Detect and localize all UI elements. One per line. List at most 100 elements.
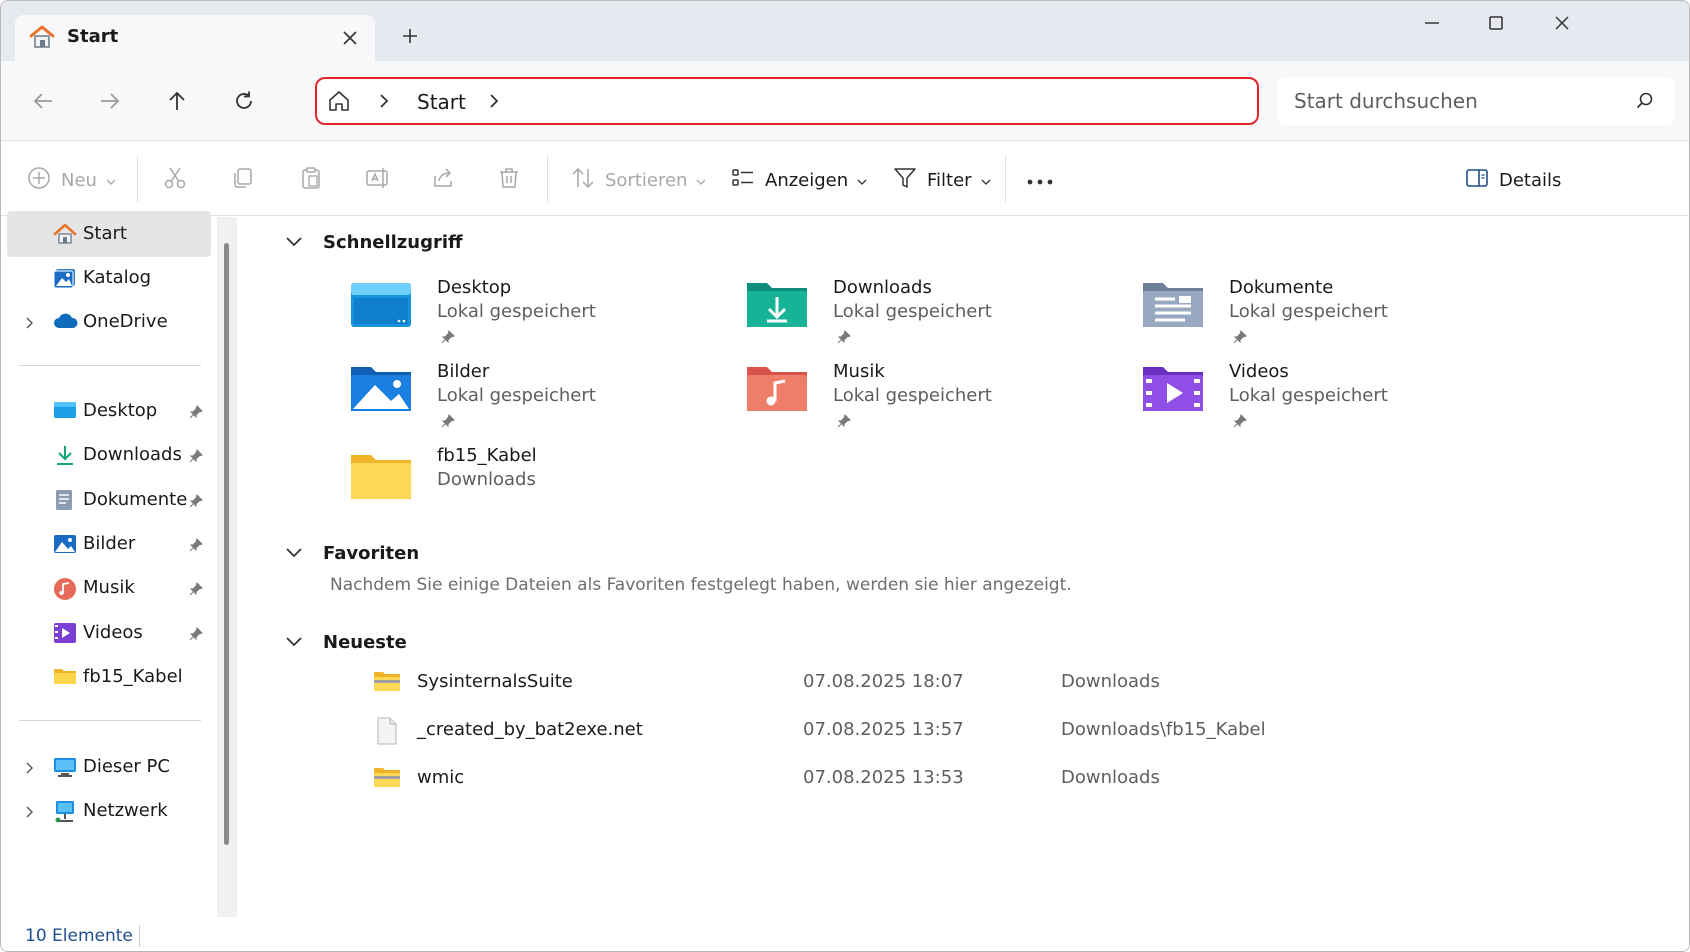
new-button[interactable]: Neu bbox=[27, 163, 116, 197]
sidebar-item-label: Dieser PC bbox=[83, 756, 170, 777]
pin-icon[interactable] bbox=[1233, 413, 1247, 432]
sidebar-item-katalog[interactable]: Katalog bbox=[7, 255, 211, 301]
sidebar-item-musik[interactable]: Musik bbox=[7, 565, 211, 611]
search-box[interactable]: Start durchsuchen bbox=[1277, 77, 1675, 125]
sidebar-item-netzwerk[interactable]: Netzwerk bbox=[7, 788, 211, 834]
title-bar: Start bbox=[1, 1, 1689, 61]
minimize-button[interactable] bbox=[1407, 7, 1457, 39]
copy-button[interactable] bbox=[231, 163, 255, 197]
recent-date: 07.08.2025 13:57 bbox=[803, 719, 964, 740]
chevron-right-icon[interactable] bbox=[487, 92, 501, 114]
divider bbox=[547, 156, 548, 202]
back-button[interactable] bbox=[23, 81, 63, 121]
pin-icon[interactable] bbox=[189, 581, 203, 600]
sidebar-item-fb15-kabel[interactable]: fb15_Kabel bbox=[7, 654, 211, 700]
copy-icon bbox=[231, 166, 255, 195]
chevron-right-icon[interactable] bbox=[377, 92, 391, 114]
close-window-button[interactable] bbox=[1537, 7, 1587, 39]
gallery-icon bbox=[53, 267, 77, 293]
sidebar-item-videos[interactable]: Videos bbox=[7, 610, 211, 656]
home-icon[interactable] bbox=[327, 89, 351, 117]
quick-access-fb15-kabel[interactable]: fb15_Kabel Downloads bbox=[349, 445, 709, 529]
breadcrumb-start[interactable]: Start bbox=[417, 90, 466, 114]
filter-label: Filter bbox=[927, 169, 972, 191]
chevron-right-icon[interactable] bbox=[25, 315, 35, 334]
quick-access-desktop[interactable]: Desktop Lokal gespeichert bbox=[349, 277, 709, 361]
details-button[interactable]: Details bbox=[1465, 163, 1561, 197]
sidebar-scrollbar[interactable] bbox=[217, 217, 237, 917]
item-count: 10 Elemente bbox=[25, 926, 133, 946]
address-bar[interactable]: Start bbox=[315, 77, 1259, 125]
up-button[interactable] bbox=[157, 81, 197, 121]
section-recent[interactable]: Neueste bbox=[285, 627, 407, 657]
view-button[interactable]: Anzeigen bbox=[731, 163, 867, 197]
sidebar-item-bilder[interactable]: Bilder bbox=[7, 521, 211, 567]
filter-button[interactable]: Filter bbox=[893, 163, 991, 197]
rename-button[interactable] bbox=[365, 163, 391, 197]
more-icon bbox=[1027, 170, 1053, 191]
recent-location: Downloads bbox=[1061, 671, 1160, 692]
cut-button[interactable] bbox=[163, 163, 187, 197]
pin-icon[interactable] bbox=[189, 626, 203, 645]
more-options-button[interactable] bbox=[1027, 163, 1053, 197]
recent-row[interactable]: SysinternalsSuite 07.08.2025 18:07 Downl… bbox=[373, 657, 1673, 707]
pin-icon[interactable] bbox=[189, 493, 203, 512]
sidebar-item-onedrive[interactable]: OneDrive bbox=[7, 299, 211, 345]
tile-name: Bilder bbox=[437, 361, 490, 382]
tab-label: Start bbox=[67, 26, 119, 47]
sidebar-item-desktop[interactable]: Desktop bbox=[7, 388, 211, 434]
sidebar-item-label: Netzwerk bbox=[83, 800, 168, 821]
quick-access-downloads[interactable]: Downloads Lokal gespeichert bbox=[745, 277, 1105, 361]
pin-icon[interactable] bbox=[837, 413, 851, 432]
pin-icon[interactable] bbox=[189, 448, 203, 467]
maximize-button[interactable] bbox=[1471, 7, 1521, 39]
scrollbar-thumb[interactable] bbox=[224, 243, 229, 845]
recent-row[interactable]: wmic 07.08.2025 13:53 Downloads bbox=[373, 753, 1673, 803]
tab-start[interactable]: Start bbox=[15, 15, 375, 61]
pin-icon[interactable] bbox=[837, 329, 851, 348]
favorites-empty-message: Nachdem Sie einige Dateien als Favoriten… bbox=[330, 575, 1072, 595]
search-icon[interactable] bbox=[1635, 91, 1655, 115]
recent-row[interactable]: _created_by_bat2exe.net 07.08.2025 13:57… bbox=[373, 705, 1673, 755]
search-placeholder[interactable]: Start durchsuchen bbox=[1294, 89, 1478, 113]
new-tab-button[interactable] bbox=[395, 21, 425, 51]
pin-icon[interactable] bbox=[441, 329, 455, 348]
forward-button[interactable] bbox=[90, 81, 130, 121]
sort-button[interactable]: Sortieren bbox=[571, 163, 706, 197]
chevron-down-icon bbox=[106, 170, 116, 191]
quick-access-bilder[interactable]: Bilder Lokal gespeichert bbox=[349, 361, 709, 445]
chevron-down-icon[interactable] bbox=[285, 233, 303, 252]
status-bar: 10 Elemente bbox=[1, 917, 1689, 951]
chevron-down-icon[interactable] bbox=[285, 544, 303, 563]
rename-icon bbox=[365, 166, 391, 195]
pin-icon[interactable] bbox=[189, 537, 203, 556]
sidebar-item-dieser-pc[interactable]: Dieser PC bbox=[7, 744, 211, 790]
sidebar-item-start[interactable]: Start bbox=[7, 211, 211, 257]
close-tab-icon[interactable] bbox=[337, 25, 363, 51]
sidebar-item-label: OneDrive bbox=[83, 311, 168, 332]
pin-icon[interactable] bbox=[441, 413, 455, 432]
refresh-button[interactable] bbox=[224, 81, 264, 121]
chevron-down-icon bbox=[857, 170, 867, 191]
quick-access-musik[interactable]: Musik Lokal gespeichert bbox=[745, 361, 1105, 445]
chevron-right-icon[interactable] bbox=[25, 804, 35, 823]
chevron-down-icon[interactable] bbox=[285, 633, 303, 652]
pin-icon[interactable] bbox=[189, 404, 203, 423]
sidebar-item-label: Musik bbox=[83, 577, 135, 598]
quick-access-videos[interactable]: Videos Lokal gespeichert bbox=[1141, 361, 1501, 445]
downloads-folder-icon bbox=[745, 279, 809, 335]
tile-name: fb15_Kabel bbox=[437, 445, 537, 466]
new-label: Neu bbox=[61, 169, 97, 191]
recent-date: 07.08.2025 13:53 bbox=[803, 767, 964, 788]
quick-access-dokumente[interactable]: Dokumente Lokal gespeichert bbox=[1141, 277, 1501, 361]
sidebar-item-downloads[interactable]: Downloads bbox=[7, 432, 211, 478]
paste-button[interactable] bbox=[299, 163, 323, 197]
chevron-right-icon[interactable] bbox=[25, 760, 35, 779]
sidebar-item-label: Desktop bbox=[83, 400, 158, 421]
section-favorites[interactable]: Favoriten bbox=[285, 538, 419, 568]
share-button[interactable] bbox=[431, 163, 455, 197]
pin-icon[interactable] bbox=[1233, 329, 1247, 348]
delete-button[interactable] bbox=[497, 163, 521, 197]
section-quick-access[interactable]: Schnellzugriff bbox=[285, 227, 463, 257]
sidebar-item-dokumente[interactable]: Dokumente bbox=[7, 477, 211, 523]
